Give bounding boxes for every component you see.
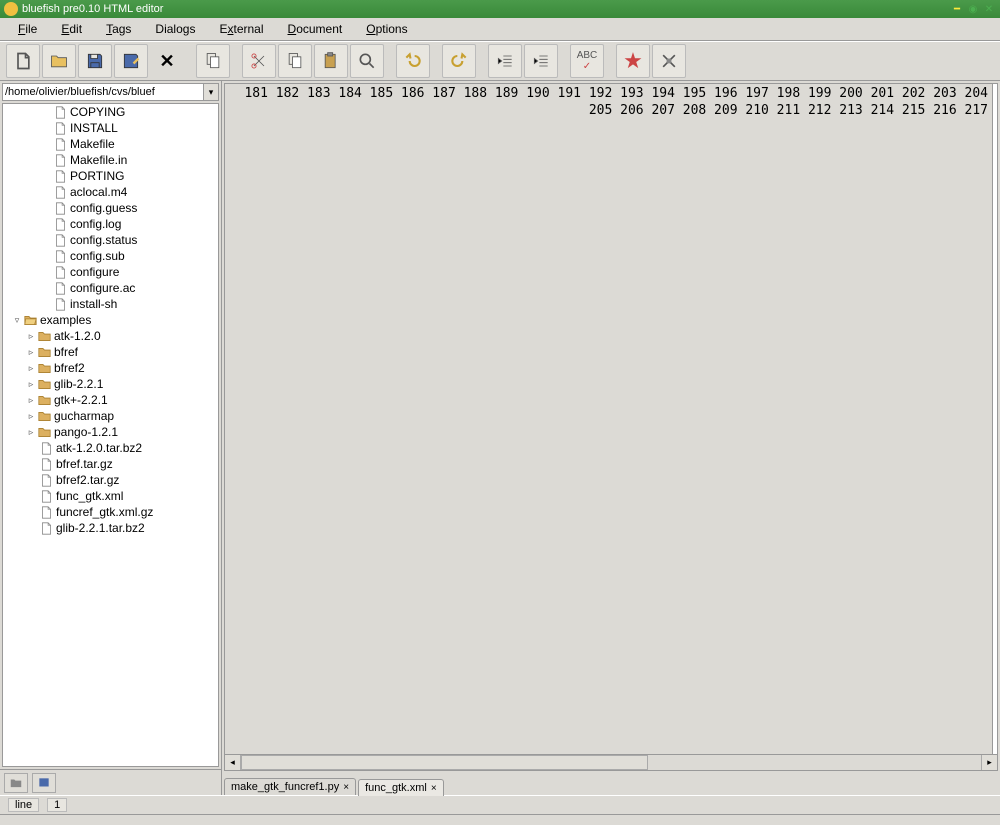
open-button[interactable] bbox=[42, 44, 76, 78]
tree-folder[interactable]: ▿examples bbox=[3, 312, 218, 328]
app-icon bbox=[4, 2, 18, 16]
paste-button[interactable] bbox=[314, 44, 348, 78]
bookmark-button[interactable]: ★ bbox=[616, 44, 650, 78]
tree-file[interactable]: atk-1.2.0.tar.bz2 bbox=[3, 440, 218, 456]
tree-file[interactable]: glib-2.2.1.tar.bz2 bbox=[3, 520, 218, 536]
document-tabs: make_gtk_funcref1.py× func_gtk.xml× bbox=[222, 771, 1000, 795]
path-input[interactable] bbox=[2, 83, 203, 101]
toolbar: ✕ ABC✓ ★ bbox=[0, 41, 1000, 81]
tree-file[interactable]: config.guess bbox=[3, 200, 218, 216]
tree-folder[interactable]: ▹atk-1.2.0 bbox=[3, 328, 218, 344]
scroll-right[interactable]: ▸ bbox=[981, 755, 997, 770]
tree-file[interactable]: config.status bbox=[3, 232, 218, 248]
menu-file[interactable]: File bbox=[8, 20, 47, 38]
preferences-button[interactable] bbox=[652, 44, 686, 78]
tree-folder[interactable]: ▹gucharmap bbox=[3, 408, 218, 424]
copy2-button[interactable] bbox=[278, 44, 312, 78]
indent-button[interactable] bbox=[524, 44, 558, 78]
save-as-button[interactable] bbox=[114, 44, 148, 78]
tree-folder[interactable]: ▹glib-2.2.1 bbox=[3, 376, 218, 392]
menu-edit[interactable]: Edit bbox=[51, 20, 92, 38]
scroll-thumb[interactable] bbox=[241, 755, 648, 770]
sidebar-tab-bookmarks[interactable] bbox=[32, 773, 56, 793]
tab-make-gtk[interactable]: make_gtk_funcref1.py× bbox=[224, 778, 356, 795]
titlebar: bluefish pre0.10 HTML editor ━ ◉ ✕ bbox=[0, 0, 1000, 18]
scroll-left[interactable]: ◂ bbox=[225, 755, 241, 770]
line-gutter: 181 182 183 184 185 186 187 188 189 190 … bbox=[225, 84, 993, 754]
tree-folder[interactable]: ▹bfref bbox=[3, 344, 218, 360]
close-icon[interactable]: × bbox=[343, 782, 349, 793]
tree-file[interactable]: INSTALL bbox=[3, 120, 218, 136]
tree-file[interactable]: COPYING bbox=[3, 104, 218, 120]
close-file-button[interactable]: ✕ bbox=[150, 44, 184, 78]
tab-func-gtk[interactable]: func_gtk.xml× bbox=[358, 779, 444, 796]
menu-dialogs[interactable]: Dialogs bbox=[145, 20, 205, 38]
status-line-number: 1 bbox=[47, 798, 67, 812]
menubar: File Edit Tags Dialogs External Document… bbox=[0, 18, 1000, 41]
tree-file[interactable]: func_gtk.xml bbox=[3, 488, 218, 504]
tree-file[interactable]: configure.ac bbox=[3, 280, 218, 296]
minimize-button[interactable]: ━ bbox=[950, 2, 964, 16]
tree-file[interactable]: config.log bbox=[3, 216, 218, 232]
sidebar: ▾ COPYINGINSTALLMakefileMakefile.inPORTI… bbox=[0, 81, 222, 795]
tree-file[interactable]: Makefile.in bbox=[3, 152, 218, 168]
unindent-button[interactable] bbox=[488, 44, 522, 78]
menu-document[interactable]: Document bbox=[278, 20, 353, 38]
sidebar-tab-files[interactable] bbox=[4, 773, 28, 793]
new-button[interactable] bbox=[6, 44, 40, 78]
save-button[interactable] bbox=[78, 44, 112, 78]
tree-file[interactable]: PORTING bbox=[3, 168, 218, 184]
statusbar: line 1 bbox=[0, 795, 1000, 815]
code-editor[interactable]: 181 182 183 184 185 186 187 188 189 190 … bbox=[224, 83, 998, 755]
tree-folder[interactable]: ▹bfref2 bbox=[3, 360, 218, 376]
tree-folder[interactable]: ▹gtk+-2.2.1 bbox=[3, 392, 218, 408]
horizontal-scrollbar[interactable]: ◂ ▸ bbox=[224, 755, 998, 771]
tree-file[interactable]: config.sub bbox=[3, 248, 218, 264]
menu-options[interactable]: Options bbox=[356, 20, 417, 38]
undo-button[interactable] bbox=[396, 44, 430, 78]
tree-file[interactable]: funcref_gtk.xml.gz bbox=[3, 504, 218, 520]
path-dropdown[interactable]: ▾ bbox=[203, 83, 219, 101]
close-icon[interactable]: × bbox=[431, 783, 437, 794]
copy-button[interactable] bbox=[196, 44, 230, 78]
menu-tags[interactable]: Tags bbox=[96, 20, 141, 38]
find-button[interactable] bbox=[350, 44, 384, 78]
tree-file[interactable]: install-sh bbox=[3, 296, 218, 312]
menu-external[interactable]: External bbox=[209, 20, 273, 38]
spellcheck-button[interactable]: ABC✓ bbox=[570, 44, 604, 78]
maximize-button[interactable]: ◉ bbox=[966, 2, 980, 16]
tree-folder[interactable]: ▹pango-1.2.1 bbox=[3, 424, 218, 440]
tree-file[interactable]: aclocal.m4 bbox=[3, 184, 218, 200]
tree-file[interactable]: configure bbox=[3, 264, 218, 280]
close-button[interactable]: ✕ bbox=[982, 2, 996, 16]
file-tree[interactable]: COPYINGINSTALLMakefileMakefile.inPORTING… bbox=[2, 103, 219, 767]
code-content[interactable]: start = 0 end = string.find(args,',') if… bbox=[993, 84, 997, 754]
cut-button[interactable] bbox=[242, 44, 276, 78]
window-title: bluefish pre0.10 HTML editor bbox=[22, 3, 163, 15]
tree-file[interactable]: Makefile bbox=[3, 136, 218, 152]
tree-file[interactable]: bfref.tar.gz bbox=[3, 456, 218, 472]
status-line-label: line bbox=[8, 798, 39, 812]
redo-button[interactable] bbox=[442, 44, 476, 78]
tree-file[interactable]: bfref2.tar.gz bbox=[3, 472, 218, 488]
